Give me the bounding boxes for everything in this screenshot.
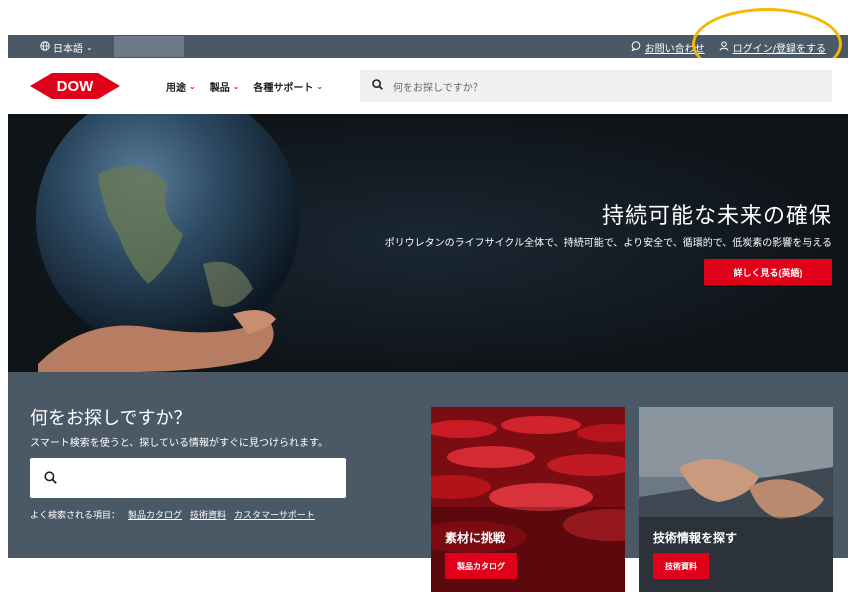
finder-title: 何をお探しですか？: [30, 408, 192, 429]
finder-section: 何をお探しですか？ スマート検索を使うと、探している情報がすぐに見つけられます。…: [8, 372, 848, 592]
chevron-down-icon: ⌄: [189, 82, 196, 91]
card-title: 技術情報を探す: [653, 531, 738, 545]
search-icon: [44, 469, 57, 488]
product-catalog-button[interactable]: 製品カタログ: [445, 553, 517, 579]
popular-searches: よく検索される項目： 製品カタログ 技術資料 カスタマーサポート: [30, 508, 315, 521]
language-selector[interactable]: 日本語 ⌄: [40, 40, 93, 55]
popular-link-tech-docs[interactable]: 技術資料: [190, 508, 226, 521]
card-title: 素材に挑戦: [445, 531, 506, 545]
menu-label: 各種サポート: [253, 83, 314, 94]
dow-logo[interactable]: DOW: [30, 72, 120, 100]
learn-more-button[interactable]: 詳しく見る(英語): [704, 259, 832, 285]
card-tech-info[interactable]: 技術情報を探す 技術資料: [639, 407, 833, 592]
primary-menu: 用途 ⌄ 製品 ⌄ 各種サポート ⌄: [166, 79, 323, 94]
menu-label: 用途: [166, 83, 186, 94]
popular-label: よく検索される項目：: [30, 511, 121, 521]
menu-item-applications[interactable]: 用途 ⌄: [166, 79, 196, 94]
popular-link-support[interactable]: カスタマーサポート: [234, 508, 315, 521]
popular-link-catalog[interactable]: 製品カタログ: [128, 508, 182, 521]
chevron-down-icon: ⌄: [86, 43, 93, 52]
chat-bubble-icon: [630, 41, 641, 54]
hero-banner: 持続可能な未来の確保 ポリウレタンのライフサイクル全体で、持続可能で、より安全で…: [8, 114, 848, 372]
redacted-region: [114, 36, 184, 57]
menu-label: 製品: [209, 83, 230, 94]
globe-icon: [40, 41, 50, 54]
card-materials[interactable]: 素材に挑戦 製品カタログ: [431, 407, 625, 592]
hero-subtitle: ポリウレタンのライフサイクル全体で、持続可能で、より安全で、循環的で、低炭素の影…: [384, 238, 832, 249]
language-label: 日本語: [53, 44, 83, 55]
logo-text: DOW: [57, 78, 95, 95]
chevron-down-icon: ⌄: [316, 82, 324, 91]
tech-docs-button[interactable]: 技術資料: [653, 553, 709, 579]
smart-search-input[interactable]: [30, 458, 346, 498]
site-search-input[interactable]: 何をお探しですか？: [360, 70, 832, 102]
finder-subtitle: スマート検索を使うと、探している情報がすぐに見つけられます。: [30, 438, 328, 449]
menu-item-support[interactable]: 各種サポート ⌄: [253, 79, 323, 94]
hero-title: 持続可能な未来の確保: [601, 204, 832, 229]
menu-item-products[interactable]: 製品 ⌄: [210, 79, 240, 94]
search-icon: [372, 79, 383, 93]
chevron-down-icon: ⌄: [232, 82, 240, 91]
search-placeholder: 何をお探しですか？: [393, 82, 483, 94]
main-nav: DOW 用途 ⌄ 製品 ⌄ 各種サポート ⌄ 何をお探しですか？: [8, 58, 848, 114]
